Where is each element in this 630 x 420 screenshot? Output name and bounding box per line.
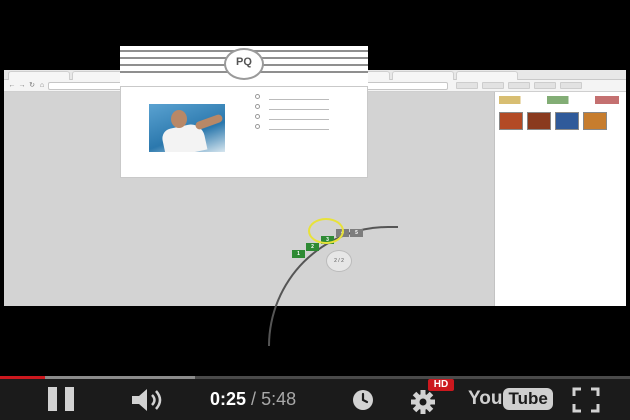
youtube-logo-tube: Tube [503,388,553,410]
radio-button[interactable] [255,94,260,99]
browser-tab [392,71,454,80]
extension-icon [508,82,530,89]
answer-option[interactable] [255,93,365,102]
level-step: 2 [306,243,319,251]
video-player: ← → ↻ ⌂ PQ 1 2 3 4 5 2 / 2 0:25 / 5:48 H… [0,0,630,420]
browser-extension-icons [456,82,616,90]
extension-icon [482,82,504,89]
answer-option-label [269,93,329,100]
game-thumbnail [527,112,551,130]
current-time: 0:25 [210,389,247,409]
answer-option[interactable] [255,123,365,132]
youtube-logo-you: You [468,388,503,409]
cursor-highlight-ring [308,218,344,244]
radio-button[interactable] [255,114,260,119]
duration: 5:48 [261,389,297,409]
sidebar-ads [494,92,626,306]
game-thumbnail [499,112,523,130]
browser-tab [456,71,518,80]
extension-icon [534,82,556,89]
extension-icon [456,82,478,89]
quiz-question-card [120,86,368,178]
player-controls: 0:25 / 5:48 HD You Tube [0,379,630,420]
game-thumbnail [583,112,607,130]
answer-options [255,93,365,133]
quiz-logo: PQ [224,48,264,80]
youtube-logo[interactable]: You Tube [468,388,553,410]
back-arrow-icon: ← [8,82,16,89]
answer-option[interactable] [255,103,365,112]
answer-option-label [269,113,329,120]
volume-icon[interactable] [130,387,174,413]
radio-button[interactable] [255,104,260,109]
time-display: 0:25 / 5:48 [210,387,296,411]
answer-option-label [269,103,329,110]
time-separator: / [251,389,257,409]
quiz-header: PQ [120,46,368,84]
fullscreen-icon[interactable] [572,387,600,413]
answer-option-label [269,123,329,130]
score-indicator: 2 / 2 [326,250,352,272]
sidebar-banner [499,96,619,104]
clock-icon[interactable] [352,389,374,411]
hd-badge: HD [428,379,454,391]
sidebar-thumbnails [499,112,607,130]
browser-tab [8,71,70,80]
pause-icon[interactable] [46,387,76,411]
level-step: 1 [292,250,305,258]
question-photo [149,104,225,152]
forward-arrow-icon: → [18,82,26,89]
extension-icon [560,82,582,89]
level-step: 5 [350,229,363,237]
answer-option[interactable] [255,113,365,122]
reload-icon: ↻ [29,82,35,89]
radio-button[interactable] [255,124,260,129]
home-icon: ⌂ [39,82,45,89]
game-thumbnail [555,112,579,130]
